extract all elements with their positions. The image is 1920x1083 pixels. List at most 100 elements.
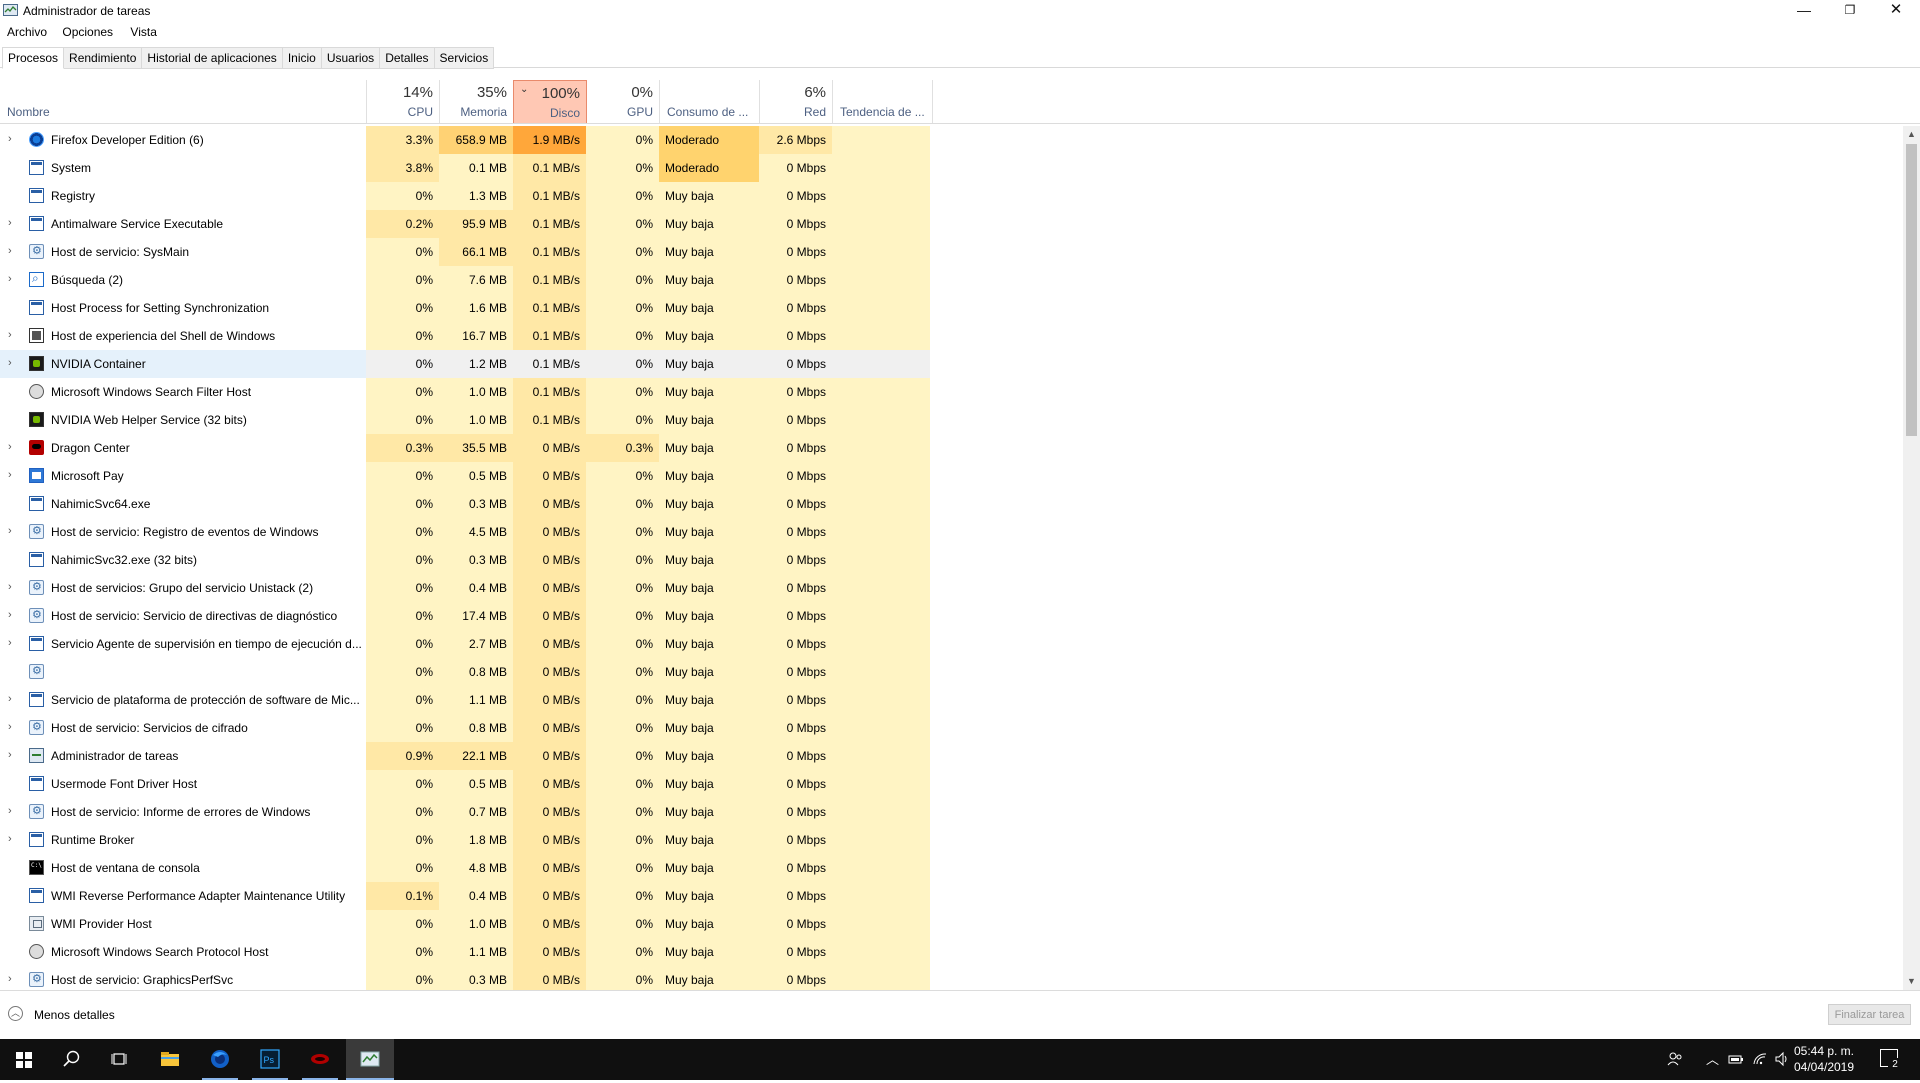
process-name-cell[interactable]: › Host de servicio: Registro de eventos d… — [0, 518, 366, 546]
table-row[interactable]: Host Process for Setting Synchronization… — [0, 294, 930, 322]
chevron-right-icon[interactable]: › — [8, 973, 12, 985]
chevron-right-icon[interactable]: › — [8, 133, 12, 145]
process-name-cell[interactable]: Microsoft Windows Search Filter Host — [0, 378, 366, 406]
table-row[interactable]: › Administrador de tareas 0.9% 22.1 MB 0 MB/… — [0, 742, 930, 770]
table-row[interactable]: NVIDIA Web Helper Service (32 bits) 0% 1.0… — [0, 406, 930, 434]
process-name-cell[interactable] — [0, 658, 366, 686]
process-name-cell[interactable]: Host Process for Setting Synchronization — [0, 294, 366, 322]
table-row[interactable]: › Antimalware Service Executable 0.2% 95.9 … — [0, 210, 930, 238]
tab-servicios[interactable]: Servicios — [434, 47, 495, 69]
process-name-cell[interactable]: › Microsoft Pay — [0, 462, 366, 490]
chevron-right-icon[interactable]: › — [8, 525, 12, 537]
column-header-gpu[interactable]: 0% GPU — [587, 80, 660, 124]
process-name-cell[interactable]: System — [0, 154, 366, 182]
process-name-cell[interactable]: › Host de servicio: GraphicsPerfSvc — [0, 966, 366, 990]
table-row[interactable]: › Dragon Center 0.3% 35.5 MB 0 MB/s 0.3% Muy b… — [0, 434, 930, 462]
column-header-name[interactable]: Nombre — [0, 80, 367, 124]
chevron-right-icon[interactable]: › — [8, 749, 12, 761]
chevron-right-icon[interactable]: › — [8, 833, 12, 845]
process-name-cell[interactable]: › Host de servicio: Informe de errores de… — [0, 798, 366, 826]
task-view-button[interactable] — [96, 1039, 144, 1080]
column-header-memory[interactable]: 35% Memoria — [440, 80, 514, 124]
process-name-cell[interactable]: › Servicio Agente de supervisión en tiemp… — [0, 630, 366, 658]
chevron-right-icon[interactable]: › — [8, 581, 12, 593]
menu-archivo[interactable]: Archivo — [0, 22, 47, 39]
process-name-cell[interactable]: Microsoft Windows Search Protocol Host — [0, 938, 366, 966]
process-name-cell[interactable]: › Host de experiencia del Shell de Window… — [0, 322, 366, 350]
table-row[interactable]: Registry 0% 1.3 MB 0.1 MB/s 0% Muy baja 0 Mbps — [0, 182, 930, 210]
table-row[interactable]: › Host de servicio: Servicios de cifrado 0… — [0, 714, 930, 742]
process-name-cell[interactable]: › Servicio de plataforma de protección de… — [0, 686, 366, 714]
table-row[interactable]: NahimicSvc64.exe 0% 0.3 MB 0 MB/s 0% Muy baja… — [0, 490, 930, 518]
chevron-up-icon[interactable]: ︿ — [1706, 1039, 1719, 1080]
process-name-cell[interactable]: Host de ventana de consola — [0, 854, 366, 882]
process-name-cell[interactable]: › Firefox Developer Edition (6) — [0, 126, 366, 154]
chevron-up-icon[interactable]: ︿ — [8, 1006, 23, 1021]
table-row[interactable]: › Servicio Agente de supervisión en tiemp… — [0, 630, 930, 658]
table-row[interactable]: ›Host de servicio: GraphicsPerfSvc0%0.3 … — [0, 966, 930, 990]
scroll-thumb[interactable] — [1906, 144, 1917, 436]
chevron-right-icon[interactable]: › — [8, 693, 12, 705]
process-name-cell[interactable]: › Búsqueda (2) — [0, 266, 366, 294]
scroll-up-icon[interactable]: ▲ — [1903, 126, 1920, 143]
menu-opciones[interactable]: Opciones — [50, 22, 113, 39]
chevron-right-icon[interactable]: › — [8, 469, 12, 481]
process-name-cell[interactable]: NahimicSvc32.exe (32 bits) — [0, 546, 366, 574]
table-row[interactable]: Usermode Font Driver Host 0% 0.5 MB 0 MB/s 0… — [0, 770, 930, 798]
tab-rendimiento[interactable]: Rendimiento — [64, 47, 143, 69]
taskbar-photoshop[interactable]: Ps — [246, 1039, 294, 1080]
table-row[interactable]: › Host de servicio: Servicio de directiva… — [0, 602, 930, 630]
process-name-cell[interactable]: Registry — [0, 182, 366, 210]
table-row[interactable]: › NVIDIA Container 0% 1.2 MB 0.1 MB/s 0% Muy b… — [0, 350, 930, 378]
vertical-scrollbar[interactable]: ▲ ▼ — [1903, 126, 1920, 990]
chevron-right-icon[interactable]: › — [8, 273, 12, 285]
table-row[interactable]: WMI Reverse Performance Adapter Maintena… — [0, 882, 930, 910]
tab-usuarios[interactable]: Usuarios — [321, 47, 381, 69]
maximize-button[interactable]: ❐ — [1827, 0, 1873, 22]
scroll-down-icon[interactable]: ▼ — [1903, 973, 1920, 990]
battery-icon[interactable] — [1728, 1039, 1744, 1080]
wifi-icon[interactable] — [1752, 1039, 1768, 1080]
process-name-cell[interactable]: › Host de servicio: Servicio de directiva… — [0, 602, 366, 630]
process-name-cell[interactable]: NVIDIA Web Helper Service (32 bits) — [0, 406, 366, 434]
process-name-cell[interactable]: › Runtime Broker — [0, 826, 366, 854]
tab-detalles[interactable]: Detalles — [380, 47, 435, 69]
table-row[interactable]: › Host de experiencia del Shell de Window… — [0, 322, 930, 350]
process-name-cell[interactable]: Usermode Font Driver Host — [0, 770, 366, 798]
table-row[interactable]: Microsoft Windows Search Protocol Host 0%… — [0, 938, 930, 966]
taskbar-clock[interactable]: 05:44 p. m. 04/04/2019 — [1784, 1043, 1864, 1075]
column-header-disk[interactable]: ⌄ 100% Disco — [513, 80, 587, 124]
table-row[interactable]: Host de ventana de consola0%4.8 MB0 MB/s… — [0, 854, 930, 882]
process-name-cell[interactable]: › Antimalware Service Executable — [0, 210, 366, 238]
table-row[interactable]: ›Búsqueda (2)0%7.6 MB0.1 MB/s0%Muy baja0… — [0, 266, 930, 294]
tab-procesos[interactable]: Procesos — [2, 47, 65, 69]
chevron-right-icon[interactable]: › — [8, 805, 12, 817]
process-name-cell[interactable]: › Host de servicio: Servicios de cifrado — [0, 714, 366, 742]
column-header-trend[interactable]: Tendencia de ... — [833, 80, 933, 124]
taskbar-search-button[interactable] — [48, 1039, 96, 1080]
menu-vista[interactable]: Vista — [116, 22, 156, 39]
process-name-cell[interactable]: › Host de servicio: SysMain — [0, 238, 366, 266]
chevron-right-icon[interactable]: › — [8, 441, 12, 453]
process-name-cell[interactable]: › Administrador de tareas — [0, 742, 366, 770]
taskbar-firefox[interactable] — [196, 1039, 244, 1080]
chevron-right-icon[interactable]: › — [8, 329, 12, 341]
less-details-link[interactable]: Menos detalles — [34, 1008, 115, 1022]
taskbar-task-manager[interactable] — [346, 1039, 394, 1080]
tab-historial[interactable]: Historial de aplicaciones — [142, 47, 283, 69]
process-name-cell[interactable]: WMI Reverse Performance Adapter Maintena… — [0, 882, 366, 910]
column-header-power[interactable]: Consumo de ... — [660, 80, 760, 124]
table-row[interactable]: ›Host de servicio: SysMain0%66.1 MB0.1 M… — [0, 238, 930, 266]
process-name-cell[interactable]: › Dragon Center — [0, 434, 366, 462]
process-name-cell[interactable]: NahimicSvc64.exe — [0, 490, 366, 518]
start-button[interactable] — [0, 1039, 48, 1080]
process-name-cell[interactable]: › Host de servicios: Grupo del servicio U… — [0, 574, 366, 602]
table-row[interactable]: WMI Provider Host 0% 1.0 MB 0 MB/s 0% Muy baj… — [0, 910, 930, 938]
chevron-right-icon[interactable]: › — [8, 357, 12, 369]
minimize-button[interactable]: — — [1781, 0, 1827, 22]
table-row[interactable]: 0%0.8 MB0 MB/s0%Muy baja0 Mbps — [0, 658, 930, 686]
taskbar-dragon-center[interactable] — [296, 1039, 344, 1080]
table-row[interactable]: › Servicio de plataforma de protección de… — [0, 686, 930, 714]
table-row[interactable]: › Firefox Developer Edition (6) 3.3% 658.9 … — [0, 126, 930, 154]
table-row[interactable]: › Runtime Broker 0% 1.8 MB 0 MB/s 0% Muy baja 0… — [0, 826, 930, 854]
